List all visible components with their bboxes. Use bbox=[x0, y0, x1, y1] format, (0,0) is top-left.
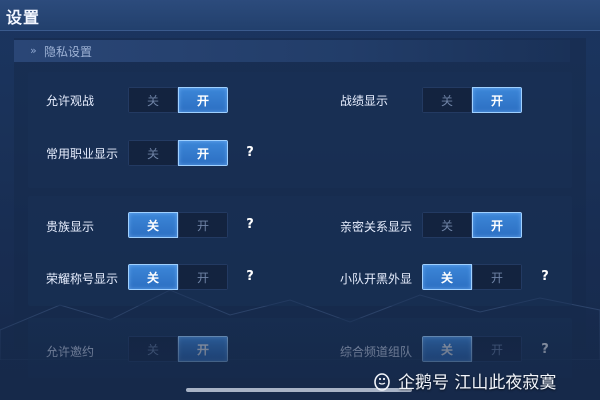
setting-label-allow-spectate: 允许观战 bbox=[46, 94, 95, 108]
setting-label-noble-display: 贵族显示 bbox=[46, 220, 95, 234]
setting-label-honor-title: 荣耀称号显示 bbox=[46, 272, 119, 286]
help-icon[interactable]: ? bbox=[537, 342, 553, 358]
setting-label-team-black: 小队开黑外显 bbox=[340, 272, 413, 286]
toggle-channel-team-on[interactable]: 开 bbox=[472, 336, 522, 362]
toggle-noble-display-off[interactable]: 关 bbox=[128, 212, 178, 238]
setting-label-channel-team: 综合频道组队 bbox=[340, 345, 413, 359]
toggle-team-black-on[interactable]: 开 bbox=[472, 264, 522, 290]
toggle-allow-spectate-on[interactable]: 开 bbox=[178, 87, 228, 113]
help-icon[interactable]: ? bbox=[537, 269, 553, 285]
watermark: 企鹅号 江山此夜寂寞 bbox=[372, 368, 556, 393]
toggle-allow-invite-off[interactable]: 关 bbox=[128, 336, 178, 362]
toggle-intimacy-display-on[interactable]: 开 bbox=[472, 212, 522, 238]
toggle-allow-invite-on[interactable]: 开 bbox=[178, 336, 228, 362]
help-icon[interactable]: ? bbox=[242, 145, 258, 161]
toggle-common-role[interactable]: 关 开 bbox=[128, 140, 228, 166]
toggle-noble-display[interactable]: 关 开 bbox=[128, 212, 228, 238]
page-title: 设置 bbox=[6, 8, 41, 27]
help-icon[interactable]: ? bbox=[242, 217, 258, 233]
toggle-channel-team[interactable]: 关 开 bbox=[422, 336, 522, 362]
toggle-intimacy-display-off[interactable]: 关 bbox=[422, 212, 472, 238]
toggle-record-display[interactable]: 关 开 bbox=[422, 87, 522, 113]
toggle-common-role-off[interactable]: 关 bbox=[128, 140, 178, 166]
toggle-allow-spectate-off[interactable]: 关 bbox=[128, 87, 178, 113]
toggle-channel-team-off[interactable]: 关 bbox=[422, 336, 472, 362]
setting-label-intimacy-display: 亲密关系显示 bbox=[340, 220, 413, 234]
toggle-intimacy-display[interactable]: 关 开 bbox=[422, 212, 522, 238]
toggle-common-role-on[interactable]: 开 bbox=[178, 140, 228, 166]
toggle-team-black[interactable]: 关 开 bbox=[422, 264, 522, 290]
toggle-record-display-off[interactable]: 关 bbox=[422, 87, 472, 113]
toggle-honor-title[interactable]: 关 开 bbox=[128, 264, 228, 290]
section-title: 隐私设置 bbox=[44, 45, 93, 59]
toggle-allow-spectate[interactable]: 关 开 bbox=[128, 87, 228, 113]
toggle-noble-display-on[interactable]: 开 bbox=[178, 212, 228, 238]
toggle-team-black-off[interactable]: 关 bbox=[422, 264, 472, 290]
setting-label-allow-invite: 允许邀约 bbox=[46, 345, 95, 359]
help-icon[interactable]: ? bbox=[242, 269, 258, 285]
toggle-honor-title-off[interactable]: 关 bbox=[128, 264, 178, 290]
chevron-right-icon: » bbox=[30, 44, 37, 57]
setting-label-record-display: 战绩显示 bbox=[340, 94, 389, 108]
toggle-honor-title-on[interactable]: 开 bbox=[178, 264, 228, 290]
top-bar: 设置 bbox=[0, 0, 600, 31]
penguin-logo-icon bbox=[374, 372, 390, 391]
toggle-record-display-on[interactable]: 开 bbox=[472, 87, 522, 113]
setting-label-common-role: 常用职业显示 bbox=[46, 147, 119, 161]
section-header-privacy: » 隐私设置 bbox=[14, 40, 570, 62]
watermark-text: 企鹅号 江山此夜寂寞 bbox=[398, 373, 557, 393]
toggle-allow-invite[interactable]: 关 开 bbox=[128, 336, 228, 362]
